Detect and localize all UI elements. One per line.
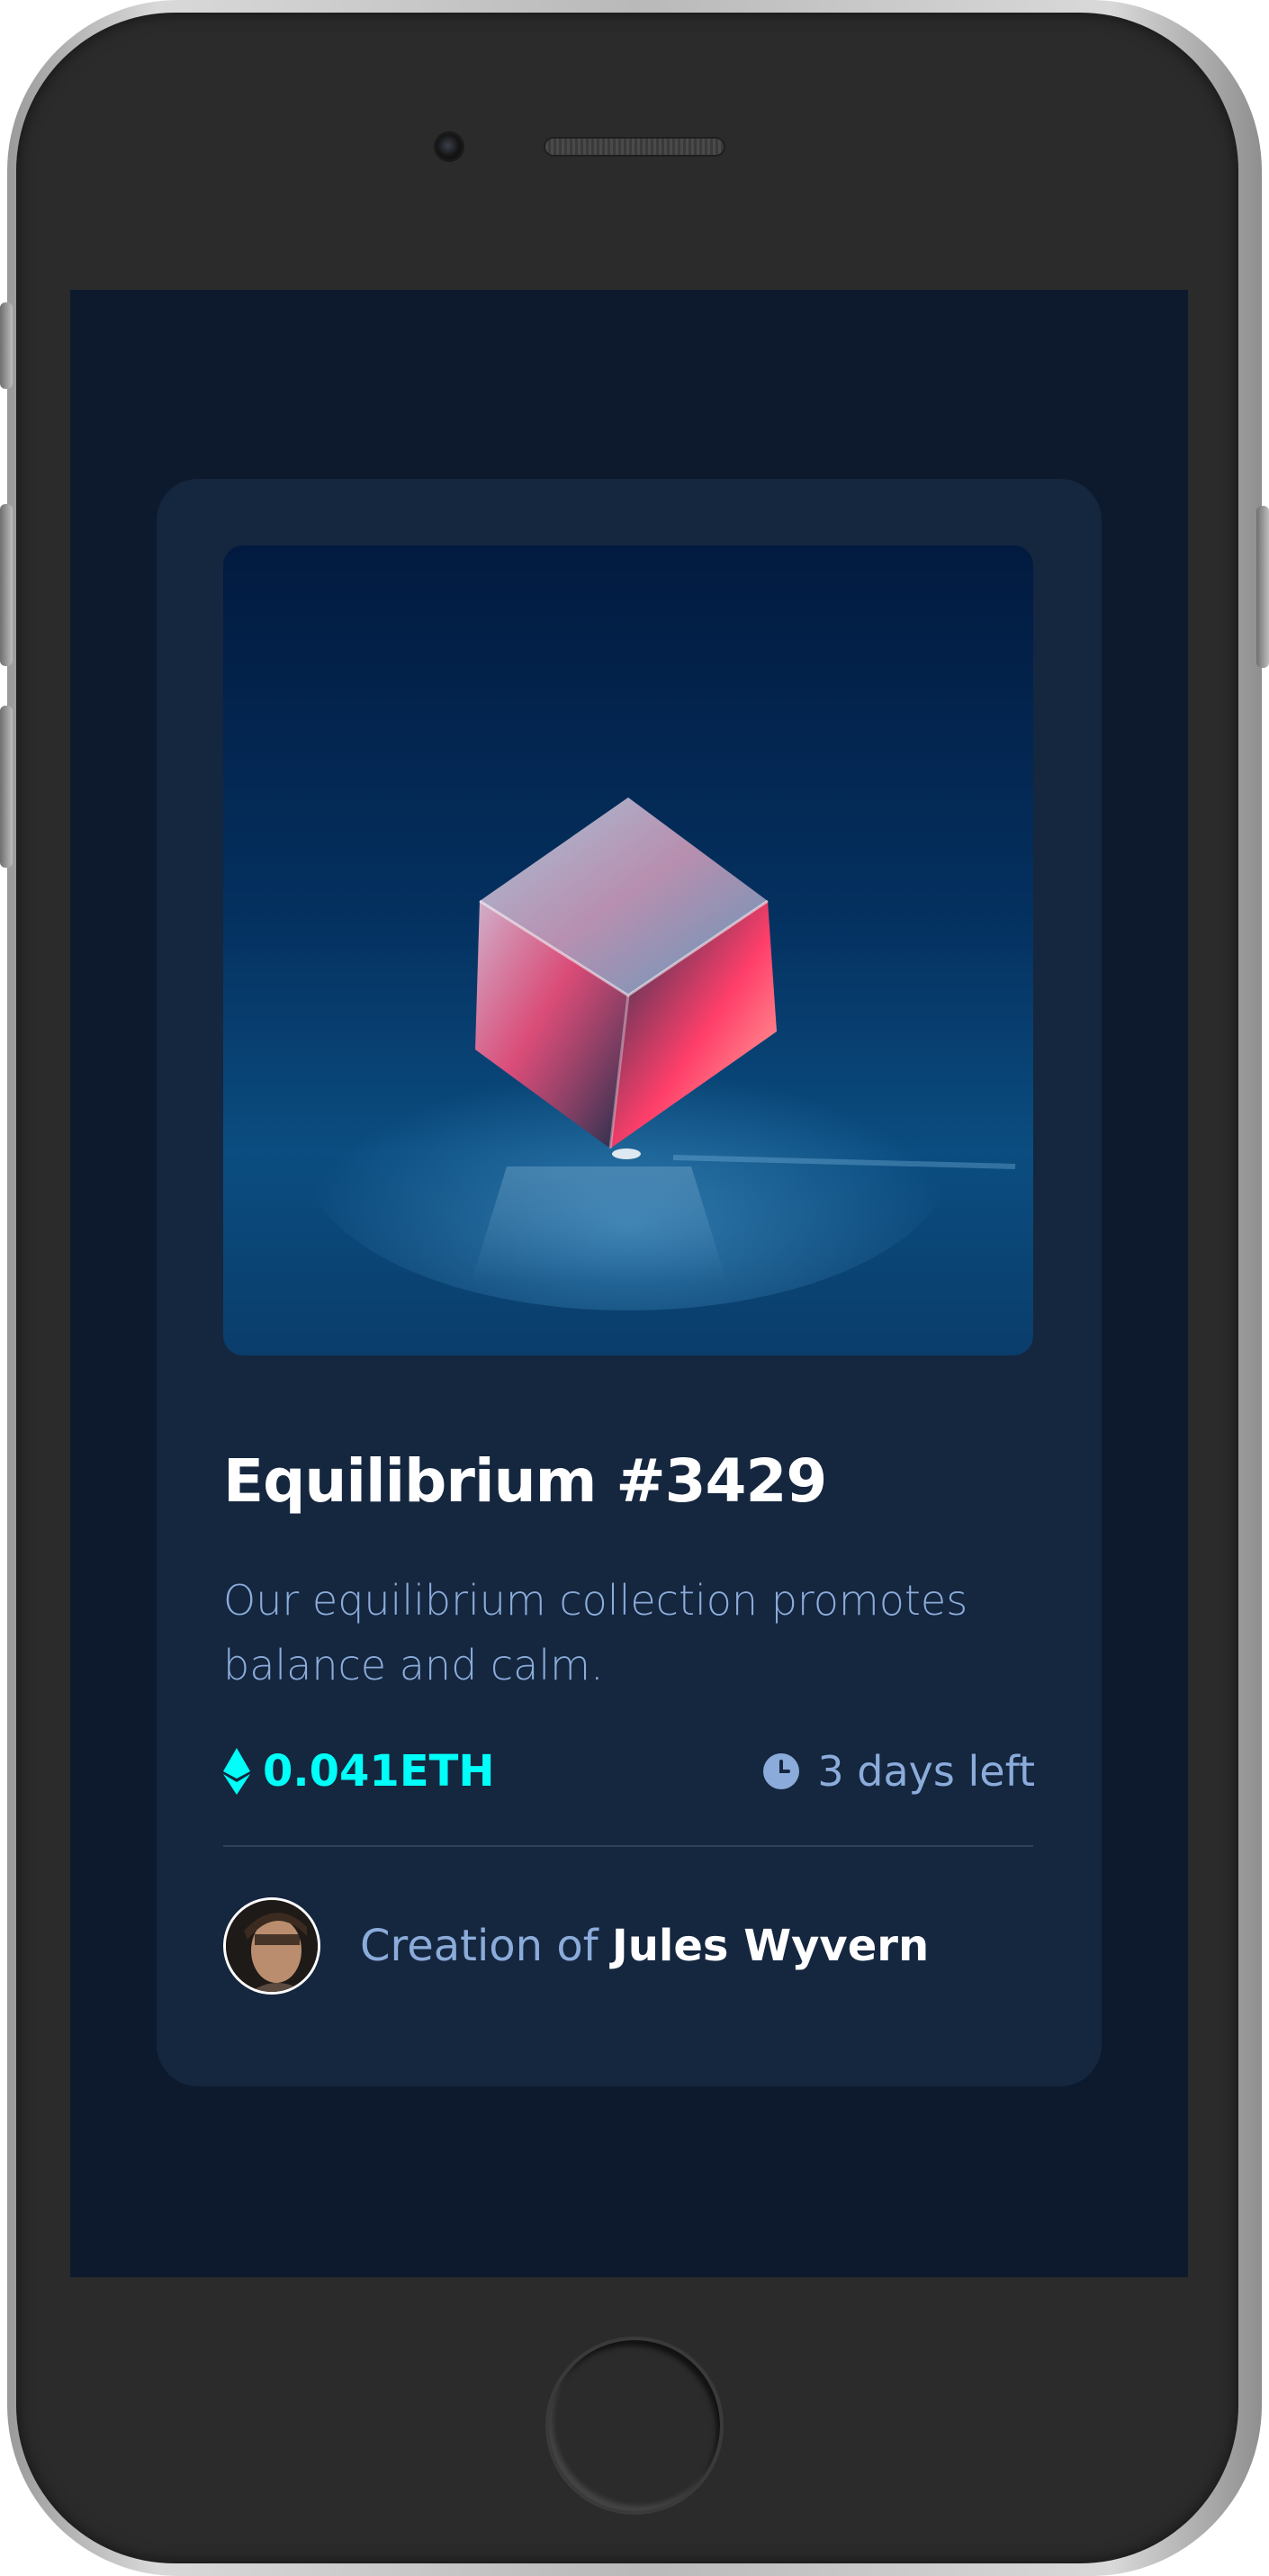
home-button[interactable]: [545, 2337, 724, 2515]
cube-image: [304, 797, 1016, 1311]
creator-row: Creation of Jules Wyvern: [223, 1896, 1035, 1995]
nft-title[interactable]: Equilibrium #3429: [223, 1447, 1035, 1516]
screen: Equilibrium #3429 Our equilibrium collec…: [70, 290, 1188, 2277]
phone-volume-up: [0, 504, 13, 666]
nft-image[interactable]: [223, 545, 1033, 1356]
phone-power-button: [1256, 506, 1269, 668]
divider: [223, 1844, 1033, 1847]
earpiece-speaker: [544, 137, 725, 157]
nft-description: Our equilibrium collection promotes bala…: [223, 1575, 968, 1689]
ethereum-icon: [223, 1747, 250, 1795]
time-left-label: 3 days left: [817, 1746, 1035, 1796]
price-value: 0.041ETH: [263, 1745, 495, 1797]
phone-volume-down: [0, 706, 13, 868]
nft-card: Equilibrium #3429 Our equilibrium collec…: [157, 479, 1102, 2086]
phone-mute-switch: [0, 302, 13, 389]
avatar: [223, 1896, 320, 1995]
nft-price: 0.041ETH: [223, 1746, 495, 1797]
creator-name-link[interactable]: Jules Wyvern: [612, 1921, 929, 1971]
clock-icon: [763, 1752, 800, 1789]
creator-credit: Creation of Jules Wyvern: [360, 1921, 929, 1971]
nft-meta-row: 0.041ETH 3 days left: [223, 1739, 1035, 1804]
creator-prefix: Creation of: [360, 1920, 598, 1971]
front-camera: [434, 131, 464, 162]
nft-time-left: 3 days left: [763, 1747, 1035, 1796]
